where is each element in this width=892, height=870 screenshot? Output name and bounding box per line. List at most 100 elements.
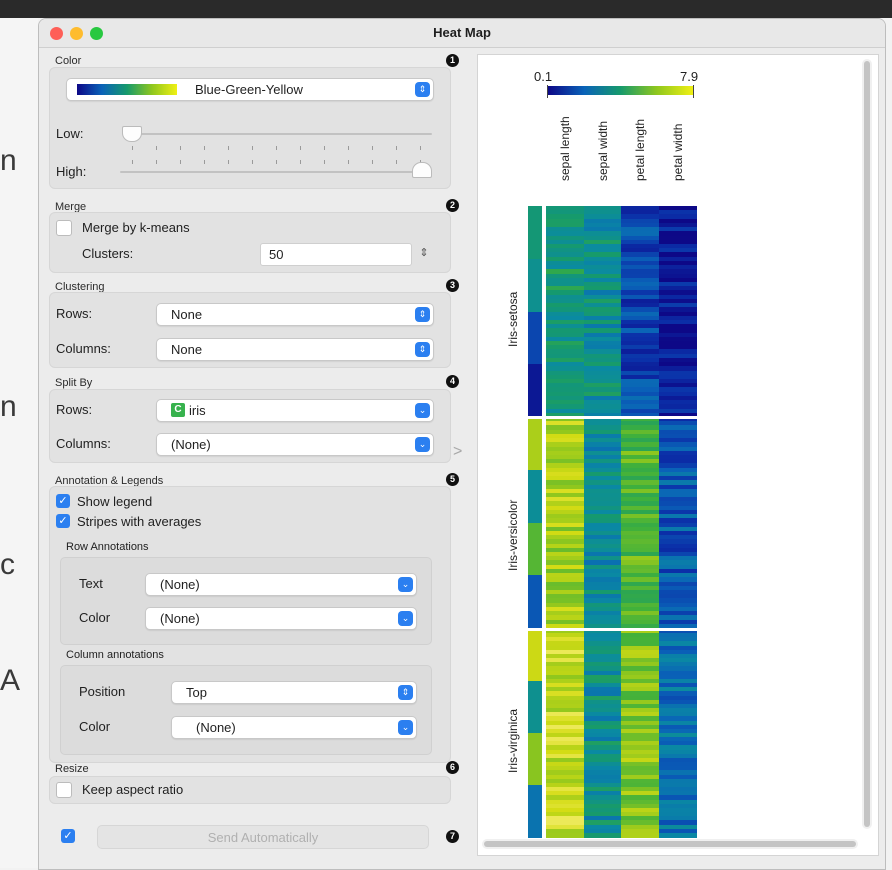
column-color-value: (None) — [196, 720, 236, 735]
heatmap-cell — [659, 832, 697, 838]
clustering-rows-label: Rows: — [56, 306, 93, 321]
vertical-scroll-thumb[interactable] — [864, 61, 870, 827]
clustering-columns-value: None — [171, 342, 203, 357]
heatmap-cell — [584, 832, 622, 838]
clusters-spinbox[interactable]: 50 — [260, 243, 412, 266]
column-color-label: Color — [79, 719, 111, 734]
average-stripe — [528, 575, 542, 629]
stripes-label: Stripes with averages — [77, 514, 202, 529]
step-badge-4: 4 — [446, 375, 459, 388]
split-rows-combo[interactable]: C iris ⌄ — [156, 399, 434, 422]
color-panel: Blue-Green-Yellow ⇕ Low: High: — [49, 67, 451, 189]
split-columns-combo[interactable]: (None) ⌄ — [156, 433, 434, 456]
average-stripe — [528, 206, 542, 260]
column-color-combo[interactable]: (None) ⌄ — [171, 716, 417, 739]
high-slider-track[interactable] — [120, 171, 430, 173]
step-badge-5: 5 — [446, 473, 459, 486]
row-color-value: (None) — [160, 611, 200, 626]
vertical-scrollbar[interactable] — [862, 59, 872, 829]
chevron-down-icon: ⌄ — [398, 720, 413, 735]
clustering-rows-value: None — [171, 307, 203, 322]
clustering-columns-label: Columns: — [56, 341, 111, 356]
split-panel: Rows: C iris ⌄ Columns: (None) ⌄ — [49, 389, 451, 463]
split-columns-value: (None) — [171, 437, 211, 452]
average-stripe — [528, 258, 542, 312]
step-badge-6: 6 — [446, 761, 459, 774]
merge-panel: Merge by k-means Clusters: 50 ⇕ — [49, 212, 451, 273]
column-annotations-header: Column annotations — [66, 649, 164, 661]
updown-icon: ⇕ — [415, 342, 430, 357]
average-stripe — [528, 364, 542, 418]
send-automatically-button[interactable]: Send Automatically — [97, 825, 429, 849]
row-annotations-header: Row Annotations — [66, 541, 149, 553]
resize-panel: Keep aspect ratio — [49, 776, 451, 804]
group-separator — [528, 415, 697, 419]
clustering-rows-combo[interactable]: None ⇕ — [156, 303, 434, 326]
step-badge-7: 7 — [446, 830, 459, 843]
heat-map-window: Heat Map Color 1 Blue-Green-Yellow ⇕ Low… — [38, 18, 886, 870]
step-badge-1: 1 — [446, 54, 459, 67]
merge-label: Merge by k-means — [82, 220, 190, 235]
stripes-checkbox[interactable]: ✓ — [56, 514, 70, 528]
row-color-combo[interactable]: (None) ⌄ — [145, 607, 417, 630]
low-slider-handle[interactable] — [122, 126, 142, 142]
main-area: 0.1 7.9 sepal length sepal width petal l… — [477, 54, 879, 856]
slider-ticks — [132, 146, 432, 150]
merge-checkbox[interactable] — [56, 220, 72, 236]
horizontal-scrollbar[interactable] — [482, 839, 858, 849]
title-bar: Heat Map — [39, 19, 885, 48]
spin-stepper-icon[interactable]: ⇕ — [416, 243, 432, 264]
chevron-down-icon: ⌄ — [398, 611, 413, 626]
clusters-value: 50 — [269, 247, 284, 262]
palette-combo[interactable]: Blue-Green-Yellow ⇕ — [66, 78, 434, 101]
average-stripe — [528, 469, 542, 523]
updown-icon: ⇕ — [398, 685, 413, 700]
row-annotations-group: Text (None) ⌄ Color (None) ⌄ — [60, 557, 432, 645]
high-slider-handle[interactable] — [412, 162, 432, 178]
average-stripe — [528, 522, 542, 576]
chevron-down-icon: ⌄ — [415, 437, 430, 452]
step-badge-2: 2 — [446, 199, 459, 212]
split-box-header: Split By — [55, 377, 93, 389]
heatmap-grid[interactable] — [478, 55, 878, 855]
horizontal-scroll-thumb[interactable] — [484, 841, 856, 847]
slider-ticks — [132, 160, 432, 164]
annotation-panel: ✓ Show legend ✓ Stripes with averages Ro… — [49, 486, 451, 763]
clusters-label: Clusters: — [82, 246, 134, 261]
group-separator — [528, 627, 697, 631]
resize-box-header: Resize — [55, 763, 89, 775]
collapse-panel-arrow[interactable]: > — [453, 443, 462, 461]
updown-icon: ⇕ — [415, 82, 430, 97]
background-glyph: A — [0, 664, 21, 697]
step-badge-3: 3 — [446, 279, 459, 292]
average-stripe — [528, 311, 542, 365]
show-legend-checkbox[interactable]: ✓ — [56, 494, 70, 508]
low-slider-track[interactable] — [130, 133, 432, 135]
clustering-columns-combo[interactable]: None ⇕ — [156, 338, 434, 361]
split-columns-label: Columns: — [56, 436, 111, 451]
average-stripe — [528, 785, 542, 838]
high-label: High: — [56, 164, 87, 179]
row-color-label: Color — [79, 610, 111, 625]
average-stripe — [528, 417, 542, 471]
background-window-edge: n n c A — [0, 18, 38, 868]
keep-aspect-checkbox[interactable] — [56, 782, 72, 798]
send-automatically-label: Send Automatically — [207, 830, 319, 845]
updown-icon: ⇕ — [415, 307, 430, 322]
heatmap-cell — [621, 832, 659, 838]
keep-aspect-label: Keep aspect ratio — [82, 782, 184, 797]
categorical-variable-icon: C — [171, 403, 185, 417]
average-stripe — [528, 629, 542, 682]
background-glyph: n — [0, 390, 17, 423]
row-text-combo[interactable]: (None) ⌄ — [145, 573, 417, 596]
low-label: Low: — [56, 126, 84, 141]
split-rows-value: iris — [189, 403, 206, 418]
clustering-panel: Rows: None ⇕ Columns: None ⇕ — [49, 292, 451, 368]
column-position-combo[interactable]: Top ⇕ — [171, 681, 417, 704]
window-title: Heat Map — [433, 25, 491, 40]
column-annotations-group: Position Top ⇕ Color (None) ⌄ — [60, 665, 432, 755]
row-text-value: (None) — [160, 577, 200, 592]
send-auto-checkbox[interactable]: ✓ — [61, 829, 75, 843]
color-box-header: Color — [55, 55, 82, 67]
split-rows-label: Rows: — [56, 402, 93, 417]
